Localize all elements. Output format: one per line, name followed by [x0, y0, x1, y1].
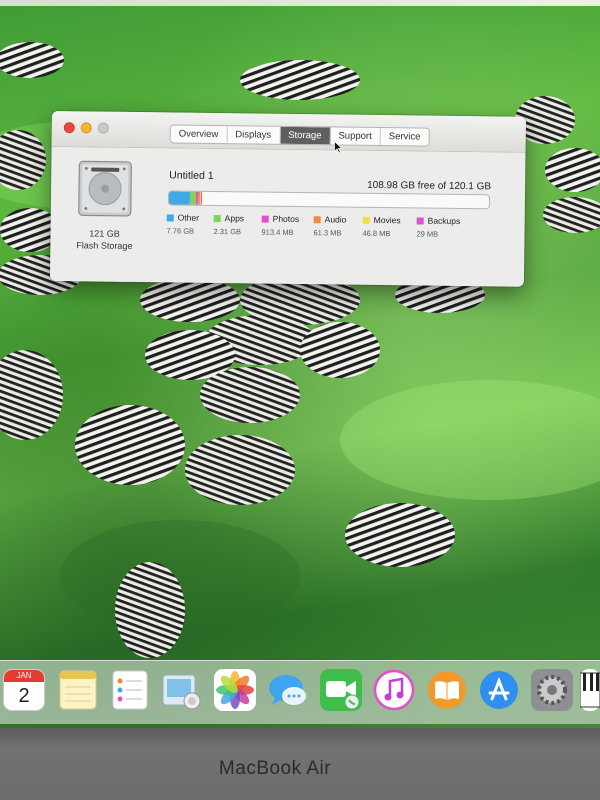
storage-segment-other	[168, 191, 190, 205]
legend-swatch	[416, 216, 424, 225]
legend-swatch	[313, 215, 321, 223]
about-this-mac-window: Overview Displays Storage Support Servic…	[49, 111, 526, 287]
tab-service[interactable]: Service	[381, 128, 429, 146]
legend-item-apps: Apps 2.31 GB	[213, 213, 245, 237]
storage-segment-backups	[200, 191, 202, 205]
minimize-button[interactable]	[80, 122, 92, 134]
legend-value: 2.31 GB	[213, 226, 242, 237]
dock-itunes-icon[interactable]	[373, 669, 415, 711]
calendar-day: 2	[18, 685, 30, 707]
dock-piano-icon[interactable]	[579, 669, 600, 711]
legend-swatch	[362, 216, 370, 224]
drive-type: Flash Storage	[76, 240, 133, 251]
legend-item-audio: Audio 61.3 MB	[313, 214, 347, 238]
tab-bar: Overview Displays Storage Support Servic…	[169, 124, 430, 147]
zebra-wallpaper	[0, 42, 600, 658]
legend-value: 7.76 GB	[166, 226, 195, 236]
storage-legend: Other 7.76 GB Apps 2.31 GB Photos 913.4 …	[166, 212, 496, 256]
legend-value: 46.8 MB	[362, 228, 391, 239]
dock-photos-icon[interactable]	[214, 669, 256, 711]
dock-preview-icon[interactable]	[160, 669, 202, 711]
legend-value: 61.3 MB	[313, 228, 342, 238]
dock-messages-icon[interactable]	[267, 669, 309, 711]
legend-value: 29 MB	[416, 229, 439, 239]
dock-facetime-icon[interactable]	[320, 669, 362, 711]
dock-ibooks-icon[interactable]	[426, 669, 468, 711]
legend-item-backups: Backups 29 MB	[416, 215, 461, 239]
tab-displays[interactable]: Displays	[227, 126, 281, 144]
legend-swatch	[213, 214, 221, 222]
dock-reminders-icon[interactable]	[109, 669, 151, 711]
legend-item-photos: Photos 913.4 MB	[261, 213, 300, 237]
laptop-brand-label: MacBook Air	[218, 758, 332, 779]
drive-description: 121 GB Flash Storage	[60, 227, 148, 252]
dock-calendar-icon[interactable]: JAN 2	[3, 669, 45, 711]
hard-drive-icon	[78, 160, 132, 217]
dock-app-store-icon[interactable]	[478, 669, 520, 711]
tab-overview[interactable]: Overview	[170, 125, 228, 144]
volume-name: Untitled 1	[169, 169, 214, 182]
zoom-button[interactable]	[97, 122, 109, 134]
desktop-screen	[0, 0, 600, 728]
calendar-month: JAN	[4, 670, 44, 682]
drive-capacity: 121 GB	[89, 228, 120, 239]
dock-notes-icon[interactable]	[57, 669, 99, 711]
legend-item-movies: Movies 46.8 MB	[362, 214, 401, 239]
legend-item-other: Other 7.76 GB	[166, 212, 200, 236]
dock: JAN 2	[0, 660, 600, 724]
close-button[interactable]	[63, 122, 75, 134]
tab-storage[interactable]: Storage	[280, 126, 331, 145]
legend-swatch	[261, 215, 269, 223]
storage-usage-bar	[167, 190, 491, 210]
free-space-text: 108.98 GB free of 120.1 GB	[367, 179, 492, 193]
mouse-pointer-icon	[334, 141, 343, 154]
legend-value: 913.4 MB	[261, 227, 294, 237]
legend-swatch	[166, 213, 174, 221]
window-titlebar: Overview Displays Storage Support Servic…	[51, 111, 526, 154]
dock-system-preferences-icon[interactable]	[531, 669, 573, 711]
screen-bezel-top	[0, 0, 600, 6]
